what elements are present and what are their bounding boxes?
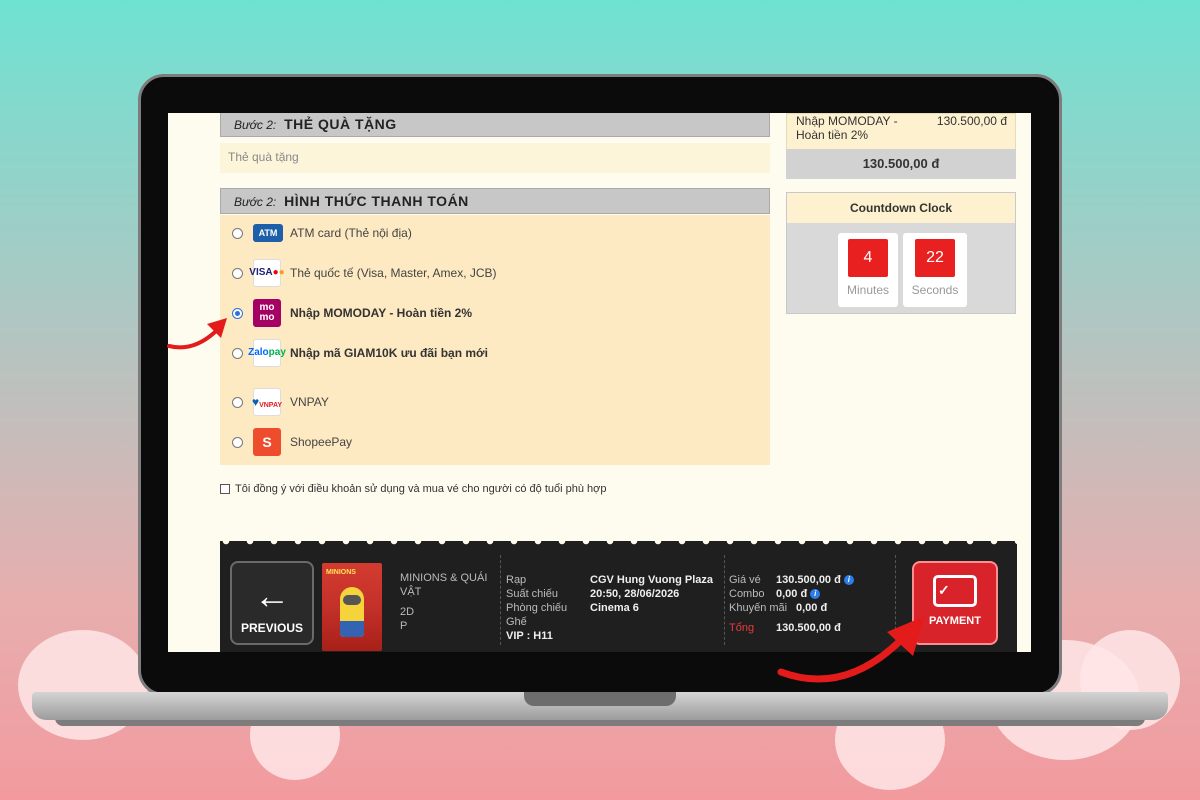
terms-agreement[interactable]: Tôi đồng ý với điều khoản sử dụng và mua… [220, 483, 606, 495]
payment-option-vnpay[interactable]: ♥ VNPAY VNPAY [220, 386, 760, 418]
radio-international-card[interactable] [232, 267, 243, 279]
payment-option-shopeepay[interactable]: S ShopeePay [220, 426, 760, 458]
payment-method-title: HÌNH THỨC THANH TOÁN [284, 193, 469, 209]
payment-option-momo[interactable]: mo mo Nhập MOMODAY - Hoàn tiền 2% [220, 297, 760, 329]
ticket-price-amount: 130.500,00 đ [776, 574, 841, 586]
movie-info: MINIONS & QUÁI VẬT 2D P [400, 571, 500, 633]
info-icon[interactable]: i [810, 589, 821, 600]
annotation-arrow-momo-icon [167, 318, 227, 350]
combo-value: 0,00 đi [776, 587, 821, 601]
atm-card-icon: ATM [253, 224, 283, 242]
total-label: Tổng [729, 622, 755, 634]
payment-option-international-card[interactable]: VISA ● ● Thẻ quốc tế (Visa, Master, Amex, … [220, 257, 760, 289]
payment-option-zalopay[interactable]: Zalo pay Nhập mã GIAM10K ưu đãi bạn mới [220, 337, 760, 369]
visa-mastercard-icon: VISA ● ● [249, 259, 285, 287]
seconds-label: Seconds [911, 283, 959, 297]
cinema-label: Rạp [506, 574, 527, 586]
info-divider [500, 555, 501, 645]
movie-title: MINIONS & QUÁI VẬT [400, 572, 488, 598]
payment-option-label: ShopeePay [290, 435, 353, 449]
payment-option-label: VNPAY [290, 395, 329, 409]
payment-options: ATM ATM card (Thẻ nội địa) VISA ● ● Thẻ qu… [220, 215, 770, 465]
radio-vnpay[interactable] [232, 396, 243, 408]
previous-button[interactable]: ← PREVIOUS [230, 561, 314, 645]
summary-item-name: Nhập MOMODAY - Hoàn tiền 2% [796, 114, 898, 142]
movie-rating: P [400, 620, 408, 632]
payment-option-label: Nhập MOMODAY - Hoàn tiền 2% [290, 306, 473, 320]
payment-step-label: Bước 2: [234, 195, 277, 209]
terms-label: Tôi đồng ý với điều khoản sử dụng và mua… [235, 483, 607, 495]
showtime-value: 20:50, 28/06/2026 [590, 588, 680, 600]
previous-label: PREVIOUS [240, 621, 303, 635]
gift-card-placeholder: Thẻ quà tặng [228, 150, 299, 164]
credit-card-icon [933, 575, 977, 607]
gift-step-label: Bước 2: [234, 118, 277, 132]
annotation-arrow-payment-icon [777, 616, 925, 683]
zalopay-icon: Zalo pay [248, 339, 286, 367]
radio-atm[interactable] [232, 227, 243, 239]
minutes-value: 4 [848, 239, 888, 277]
countdown-minutes: 4 Minutes [838, 233, 898, 307]
checkout-screen: Bước 2: THẺ QUÀ TẶNG Thẻ quà tặng Bước 2… [168, 113, 1031, 652]
combo-label: Combo [729, 588, 765, 600]
laptop-notch [524, 692, 676, 706]
ticket-price-label: Giá vé [729, 574, 761, 586]
ticket-price-value: 130.500,00 đi [776, 573, 854, 587]
summary-total: 130.500,00 đ [786, 149, 1016, 179]
gift-card-field[interactable]: Thẻ quà tặng [220, 143, 770, 173]
gift-card-header: Bước 2: THẺ QUÀ TẶNG [220, 113, 770, 137]
info-divider [724, 555, 725, 645]
ticket-edge-decoration [220, 537, 1017, 545]
momo-icon: mo mo [253, 299, 281, 327]
vnpay-icon: ♥ VNPAY [252, 388, 282, 416]
terms-checkbox[interactable] [220, 484, 230, 494]
poster-title: MINIONS [326, 569, 356, 576]
seat-label: Ghế [506, 616, 527, 628]
minion-goggle [343, 595, 361, 605]
seconds-value: 22 [915, 239, 955, 277]
minutes-label: Minutes [846, 283, 890, 297]
payment-option-atm[interactable]: ATM ATM card (Thẻ nội địa) [220, 217, 760, 249]
minion-overalls [340, 621, 364, 637]
radio-shopeepay[interactable] [232, 436, 243, 448]
payment-option-label: Thẻ quốc tế (Visa, Master, Amex, JCB) [290, 266, 497, 280]
movie-poster: MINIONS [322, 563, 382, 651]
seat-value: VIP : H11 [506, 630, 553, 642]
shopeepay-icon: S [253, 428, 281, 456]
cinema-value: CGV Hung Vuong Plaza [590, 574, 714, 586]
countdown-clock: Countdown Clock 4 Minutes 22 Seconds [786, 192, 1016, 314]
summary-item-price: 130.500,00 đ [936, 114, 1007, 128]
room-label: Phòng chiếu [506, 602, 568, 614]
info-icon[interactable]: i [843, 575, 854, 586]
showtime-label: Suất chiếu [506, 588, 558, 600]
combo-amount: 0,00 đ [776, 588, 808, 600]
movie-format: 2D [400, 606, 415, 618]
arrow-left-icon: ← [254, 575, 290, 616]
countdown-seconds: 22 Seconds [903, 233, 967, 307]
payment-option-label: Nhập mã GIAM10K ưu đãi bạn mới [290, 346, 488, 360]
payment-method-header: Bước 2: HÌNH THỨC THANH TOÁN [220, 188, 770, 214]
payment-option-label: ATM card (Thẻ nội địa) [290, 226, 412, 240]
gift-card-title: THẺ QUÀ TẶNG [284, 116, 397, 132]
room-value: Cinema 6 [590, 602, 639, 614]
countdown-title: Countdown Clock [787, 193, 1015, 223]
